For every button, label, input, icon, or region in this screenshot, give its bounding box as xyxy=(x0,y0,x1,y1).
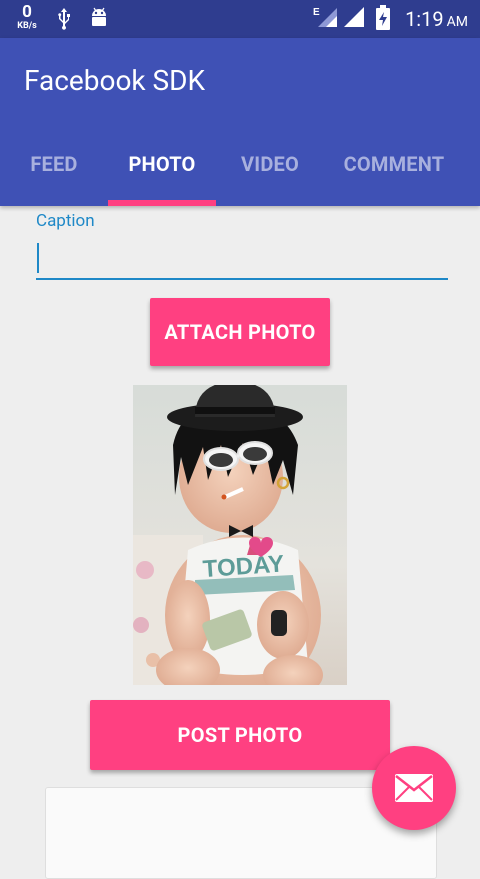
tab-bar: FEED PHOTO VIDEO COMMENT xyxy=(0,134,480,206)
attach-photo-button[interactable]: ATTACH PHOTO xyxy=(150,298,330,366)
tab-comment[interactable]: COMMENT xyxy=(324,134,464,206)
tab-feed[interactable]: FEED xyxy=(0,134,108,206)
mail-fab-button[interactable] xyxy=(372,746,456,830)
android-icon xyxy=(89,7,109,33)
caption-label: Caption xyxy=(36,211,95,231)
tab-indicator xyxy=(108,200,216,206)
network-type: E xyxy=(313,7,320,18)
tab-video[interactable]: VIDEO xyxy=(216,134,324,206)
caption-input[interactable] xyxy=(36,238,448,280)
clock: 1:19 AM xyxy=(405,7,468,31)
network-speed-unit: KB/s xyxy=(17,21,37,31)
network-speed: 0 KB/s xyxy=(12,4,42,31)
tab-photo[interactable]: PHOTO xyxy=(108,134,216,206)
signal-icon: E xyxy=(313,6,339,32)
post-photo-button[interactable]: POST PHOTO xyxy=(90,700,390,770)
attached-photo: TODAY xyxy=(133,385,347,685)
clock-ampm: AM xyxy=(446,14,468,30)
svg-text:TODAY: TODAY xyxy=(202,550,285,583)
status-bar: 0 KB/s E 1:19 AM xyxy=(0,0,480,38)
battery-charging-icon xyxy=(375,5,391,35)
usb-icon xyxy=(54,7,74,35)
clock-time: 1:19 xyxy=(405,7,444,31)
network-speed-value: 0 xyxy=(22,2,32,22)
app-title: Facebook SDK xyxy=(24,64,206,97)
mail-icon xyxy=(395,774,433,802)
app-bar: Facebook SDK FEED PHOTO VIDEO COMMENT xyxy=(0,38,480,206)
text-cursor xyxy=(37,243,39,273)
signal-full-icon xyxy=(342,6,366,32)
